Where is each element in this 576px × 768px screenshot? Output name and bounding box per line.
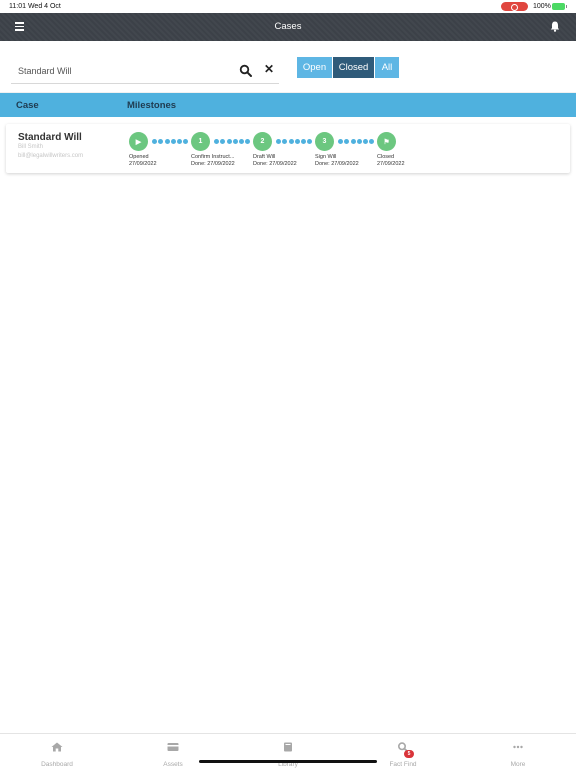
case-title: Standard Will	[18, 132, 82, 143]
home-icon	[51, 742, 63, 752]
tab-library[interactable]: Library	[258, 739, 318, 768]
column-header-milestones: Milestones	[127, 100, 177, 111]
milestone-date: Done: 27/09/2022	[253, 161, 297, 167]
milestone-date: 27/09/2022	[377, 161, 405, 167]
search-underline	[234, 83, 279, 84]
tab-label: Fact Find	[389, 761, 417, 768]
filter-closed-button[interactable]: Closed	[333, 57, 374, 78]
milestone-draft-will[interactable]: 2 Draft Will Done: 27/09/2022	[253, 132, 313, 167]
milestone-label: Confirm Instruct...	[191, 154, 235, 160]
more-icon	[513, 745, 523, 749]
flag-icon: ⚑	[377, 132, 396, 151]
screen-recording-icon	[501, 2, 528, 11]
home-indicator[interactable]	[199, 760, 377, 763]
tab-label: Assets	[163, 761, 183, 768]
battery-percentage: 100%	[533, 3, 551, 10]
bell-icon[interactable]	[550, 21, 560, 32]
battery-icon	[552, 3, 567, 10]
nav-bar: Cases	[0, 13, 576, 41]
card-icon	[167, 743, 179, 751]
tab-label: More	[510, 761, 526, 768]
search-bar: ✕ Open Closed All	[0, 41, 576, 93]
tab-assets[interactable]: Assets	[143, 739, 203, 768]
table-header: Case Milestones	[0, 93, 576, 117]
book-icon	[284, 742, 292, 752]
milestone-connector	[214, 139, 252, 144]
milestone-connector	[152, 139, 190, 144]
tab-more[interactable]: More	[488, 739, 548, 768]
milestone-label: Draft Will	[253, 154, 276, 160]
page-title: Cases	[274, 21, 302, 32]
step-1-icon: 1	[191, 132, 210, 151]
case-row[interactable]: Standard Will Bill Smith bill@legalwillw…	[6, 124, 570, 173]
tab-dashboard[interactable]: Dashboard	[27, 739, 87, 768]
milestone-date: 27/09/2022	[129, 161, 157, 167]
milestone-label: Sign Will	[315, 154, 337, 160]
milestone-label: Closed	[377, 154, 395, 160]
milestone-opened[interactable]: ▶ Opened 27/09/2022	[129, 132, 189, 167]
filter-open-button[interactable]: Open	[297, 57, 332, 78]
column-header-case: Case	[16, 100, 39, 111]
step-3-icon: 3	[315, 132, 334, 151]
tab-label: Dashboard	[41, 761, 73, 768]
milestone-sign-will[interactable]: 3 Sign Will Done: 27/09/2022	[315, 132, 375, 167]
status-bar: 11:01 Wed 4 Oct 100%	[0, 0, 576, 13]
milestone-confirm-instructions[interactable]: 1 Confirm Instruct... Done: 27/09/2022	[191, 132, 251, 167]
tab-fact-find[interactable]: 5 Fact Find	[373, 739, 433, 768]
step-2-icon: 2	[253, 132, 272, 151]
case-client-email: bill@legalwillwriters.com	[18, 153, 84, 159]
milestone-connector	[276, 139, 314, 144]
status-filter-group: Open Closed All	[297, 57, 400, 78]
case-client-name: Bill Smith	[18, 144, 44, 150]
clear-search-icon[interactable]: ✕	[262, 62, 276, 78]
filter-all-button[interactable]: All	[375, 57, 399, 78]
play-icon: ▶	[129, 132, 148, 151]
search-input[interactable]	[11, 58, 234, 84]
notification-badge: 5	[404, 750, 414, 758]
search-icon[interactable]	[239, 64, 253, 78]
milestone-closed[interactable]: ⚑ Closed 27/09/2022	[377, 132, 437, 167]
milestone-date: Done: 27/09/2022	[315, 161, 359, 167]
status-time: 11:01 Wed 4 Oct	[9, 3, 61, 10]
milestone-label: Opened	[129, 154, 149, 160]
milestone-date: Done: 27/09/2022	[191, 161, 235, 167]
milestone-connector	[338, 139, 376, 144]
